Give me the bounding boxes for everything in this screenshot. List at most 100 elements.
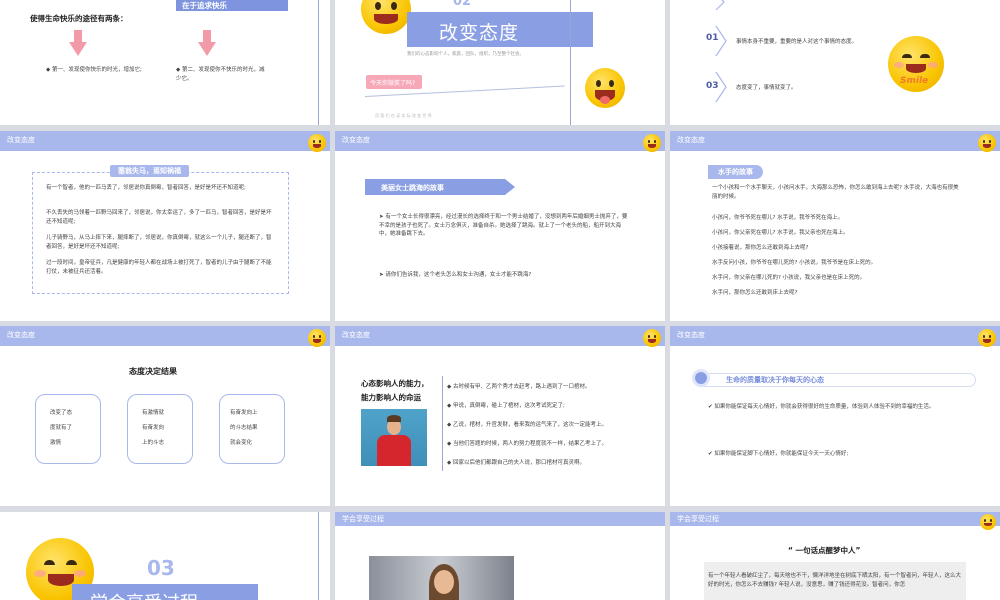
- slide-header-title: 学会享受过程: [342, 515, 384, 523]
- slide-12[interactable]: 学会享受过程 “ 一句话点醒梦中人” 有一个年轻人看破红尘了，每天啥也不干，懒洋…: [670, 512, 1000, 600]
- slide2-pill[interactable]: 今天你微笑了吗?: [366, 75, 422, 89]
- smiley-emoji-icon: [643, 329, 661, 347]
- story-title: 美丽女士跳海的故事: [381, 184, 444, 192]
- slide-2[interactable]: 02 改变态度 我们的心态影响个人，家庭，团队，组织，乃至整个社会。 今天你微笑…: [335, 0, 665, 125]
- portrait-photo: [369, 556, 514, 600]
- slide-header-bar: 改变态度: [670, 131, 1000, 151]
- slide-9[interactable]: 改变态度 生命的质量取决于你每天的心态 ✔ 如果你能保证每天心情好，你就会获得很…: [670, 326, 1000, 506]
- slide2-subtitle: 我们的心态影响个人，家庭，团队，组织，乃至整个社会。: [407, 52, 524, 57]
- result-box-line: 激情: [50, 440, 62, 446]
- section-title-box: 改变态度: [407, 12, 593, 47]
- story-line: 一个小孩和一个水手聊天，小孩问水手，大海那么恐怖，你怎么敢到海上去呢? 水手说，…: [712, 185, 959, 200]
- slide-header-bar: 改变态度: [0, 326, 330, 346]
- chevron-right-icon: [714, 71, 728, 106]
- bullet-dot-icon: [695, 372, 707, 384]
- section-title-box: 学会享受过程: [72, 584, 258, 600]
- slide-11[interactable]: 学会享受过程: [335, 512, 665, 600]
- slide7-title: 态度决定结果: [129, 367, 177, 376]
- smiley-emoji-icon: [308, 134, 326, 152]
- slide-header-bar: 改变态度: [670, 326, 1000, 346]
- story-paragraph: 有一个智者，他的一匹马丢了，邻居说你真倒霉，智者回答，是好是坏还不知道呢;: [46, 185, 246, 191]
- slide-4[interactable]: 改变态度 塞翁失马，焉知祸福 有一个智者，他的一匹马丢了，邻居说你真倒霉，智者回…: [0, 131, 330, 321]
- section-number: 03: [147, 556, 175, 580]
- slide-divider: [318, 512, 319, 600]
- slide2-footer: 用 我 们 在 读 实 际 改 变 世 界: [375, 113, 432, 118]
- section-number: 02: [453, 0, 472, 9]
- slide-header-title: 改变态度: [342, 331, 370, 339]
- timeline-item: ◆ 古时候有甲、乙两个秀才去赶考，路上遇到了一口棺材。: [447, 384, 591, 390]
- slide-divider: [570, 0, 571, 125]
- section-title: 改变态度: [439, 22, 520, 44]
- result-box-line: 度就有了: [50, 425, 73, 431]
- timeline-item: ◆ 乙说，棺材，升官发财，看来我的运气来了，这次一定能考上。: [447, 422, 607, 428]
- story-paragraph: 不久丢失的马领着一匹野马回来了，邻居说，你太幸运了，多了一匹马，智者回答，是好是…: [46, 210, 272, 225]
- slide-3[interactable]: 01 事情本身不重要，重要的是人对这个事情的态度。 03 态度变了，事情就变了。…: [670, 0, 1000, 125]
- slide-header-bar: 学会享受过程: [670, 512, 1000, 526]
- slide-7[interactable]: 改变态度 态度决定结果 改变了态 度就有了 激情 有激情就 有奋发向 上的斗志 …: [0, 326, 330, 506]
- slide-header-bar: 改变态度: [335, 131, 665, 151]
- timeline-item: ◆ 回家以后他们都跟自己的夫人说，那口棺材可真灵啊。: [447, 460, 585, 466]
- pill-label: 今天你微笑了吗?: [370, 80, 416, 87]
- result-box-line: 有激情就: [142, 410, 165, 416]
- story-title: 塞翁失马，焉知祸福: [110, 165, 189, 177]
- slide1-label-box: 在于追求快乐: [176, 0, 288, 11]
- slide8-title-line2: 能力影响人的命运: [361, 393, 421, 402]
- slide-header-bar: 学会享受过程: [335, 512, 665, 526]
- result-box: 有奋发向上 的斗志结果 就会变化: [219, 394, 285, 464]
- slide-header-title: 改变态度: [677, 136, 705, 144]
- slide-6[interactable]: 改变态度 水手的故事 一个小孩和一个水手聊天，小孩问水手，大海那么恐怖，你怎么敢…: [670, 131, 1000, 321]
- cheering-man-photo: [361, 409, 427, 466]
- story-question: ➤ 请你们告诉我，这个老头怎么和女士沟通，女士才能不跳海?: [379, 272, 532, 278]
- slide-5[interactable]: 改变态度 美丽女士跳海的故事 ➤ 有一个女士长得很漂亮，经过漫长的选择终于和一个…: [335, 131, 665, 321]
- slide9-paragraph: ✔ 如果你能保证每天心情好，你就会获得很好的生命质量，体验到人体验不到的幸福的生…: [708, 404, 935, 410]
- slide-header-title: 学会享受过程: [677, 515, 719, 523]
- slide1-label: 在于追求快乐: [182, 1, 227, 10]
- slide-divider: [318, 0, 319, 125]
- smiley-emoji-icon: [361, 0, 411, 34]
- smile-text: Smile: [900, 76, 929, 86]
- slide-header-title: 改变态度: [677, 331, 705, 339]
- result-box-line: 改变了态: [50, 410, 73, 416]
- story-paragraph: 过一段时间，皇帝征兵，凡是健康的年轻人都在战场上被打死了，智者的儿子由于腿断了不…: [46, 260, 272, 275]
- story-line: 水手反问小孩，你爷爷在哪儿死的? 小孩说，我爷爷是在床上死的。: [712, 260, 877, 266]
- slide-header-title: 改变态度: [342, 136, 370, 144]
- slide8-title-line1: 心态影响人的能力，: [361, 379, 429, 388]
- smiley-emoji-icon: [643, 134, 661, 152]
- story-paragraph: 儿子骑野马，从马上摔下来，腿摔断了，邻居说，你真倒霉，就这么一个儿子，腿还断了，…: [46, 235, 272, 250]
- result-box-line: 有奋发向上: [230, 410, 258, 416]
- slide-header-bar: 改变态度: [335, 326, 665, 346]
- slide-8[interactable]: 改变态度 心态影响人的能力， 能力影响人的命运 ◆ 古时候有甲、乙两个秀才去赶考…: [335, 326, 665, 506]
- down-arrow-icon: [198, 30, 216, 60]
- result-box: 改变了态 度就有了 激情: [35, 394, 101, 464]
- story-paragraph: ➤ 有一个女士长得很漂亮，经过漫长的选择终于和一个男士结婚了，没想到两年后婚姻男…: [379, 214, 628, 238]
- result-box-line: 上的斗志: [142, 440, 165, 446]
- chevron-right-icon: [714, 0, 728, 14]
- slide8-timeline: [442, 376, 443, 471]
- smiley-emoji-icon: [978, 329, 996, 347]
- slide3-item-03-text: 态度变了，事情就变了。: [736, 85, 797, 91]
- story-line: 小孩接着说，那你怎么还敢到海上去呢?: [712, 245, 809, 251]
- result-box-line: 的斗志结果: [230, 425, 258, 431]
- slide1-left-text: ◆ 第一、发现使你快乐的时光，增加它;: [46, 67, 142, 73]
- slide-header-title: 改变态度: [7, 136, 35, 144]
- result-box: 有激情就 有奋发向 上的斗志: [127, 394, 193, 464]
- story-title: 水手的故事: [708, 165, 763, 179]
- chevron-right-icon: [714, 25, 728, 60]
- slide1-heading: 使得生命快乐的途径有两条：: [30, 14, 128, 23]
- smiley-emoji-icon: [308, 329, 326, 347]
- slide-header-title: 改变态度: [7, 331, 35, 339]
- slide-10[interactable]: 03 学会享受过程: [0, 512, 330, 600]
- slide3-item-01-text: 事情本身不重要，重要的是人对这个事情的态度。: [736, 39, 858, 45]
- slide9-paragraph: ✔ 如果你能保证脚下心情好，你就能保证今天一天心情好;: [708, 451, 849, 457]
- slide1-right-text: ◆ 第二、发现使你不快乐的时光，减少它。: [176, 67, 265, 82]
- story-line: 小孩问，你父亲死在哪儿? 水手说，我父亲也死在海上。: [712, 230, 849, 236]
- story-line: 水手问，你父亲在哪儿死的? 小孩说，我父亲也是在床上死的。: [712, 275, 866, 281]
- section-title: 学会享受过程: [90, 589, 198, 600]
- slide9-title: 生命的质量取决于你每天的心态: [726, 376, 824, 384]
- slide-header-bar: 改变态度: [0, 131, 330, 151]
- timeline-item: ◆ 当他们答题的时候，两人的努力程度就不一样，结果乙考上了。: [447, 441, 607, 447]
- slide-1[interactable]: 在于追求快乐 使得生命快乐的途径有两条： ◆ 第一、发现使你快乐的时光，增加它;…: [0, 0, 330, 125]
- smiley-emoji-icon: [980, 514, 996, 530]
- result-box-line: 有奋发向: [142, 425, 165, 431]
- story-line: 水手问，那你怎么还敢到床上去呢?: [712, 290, 798, 296]
